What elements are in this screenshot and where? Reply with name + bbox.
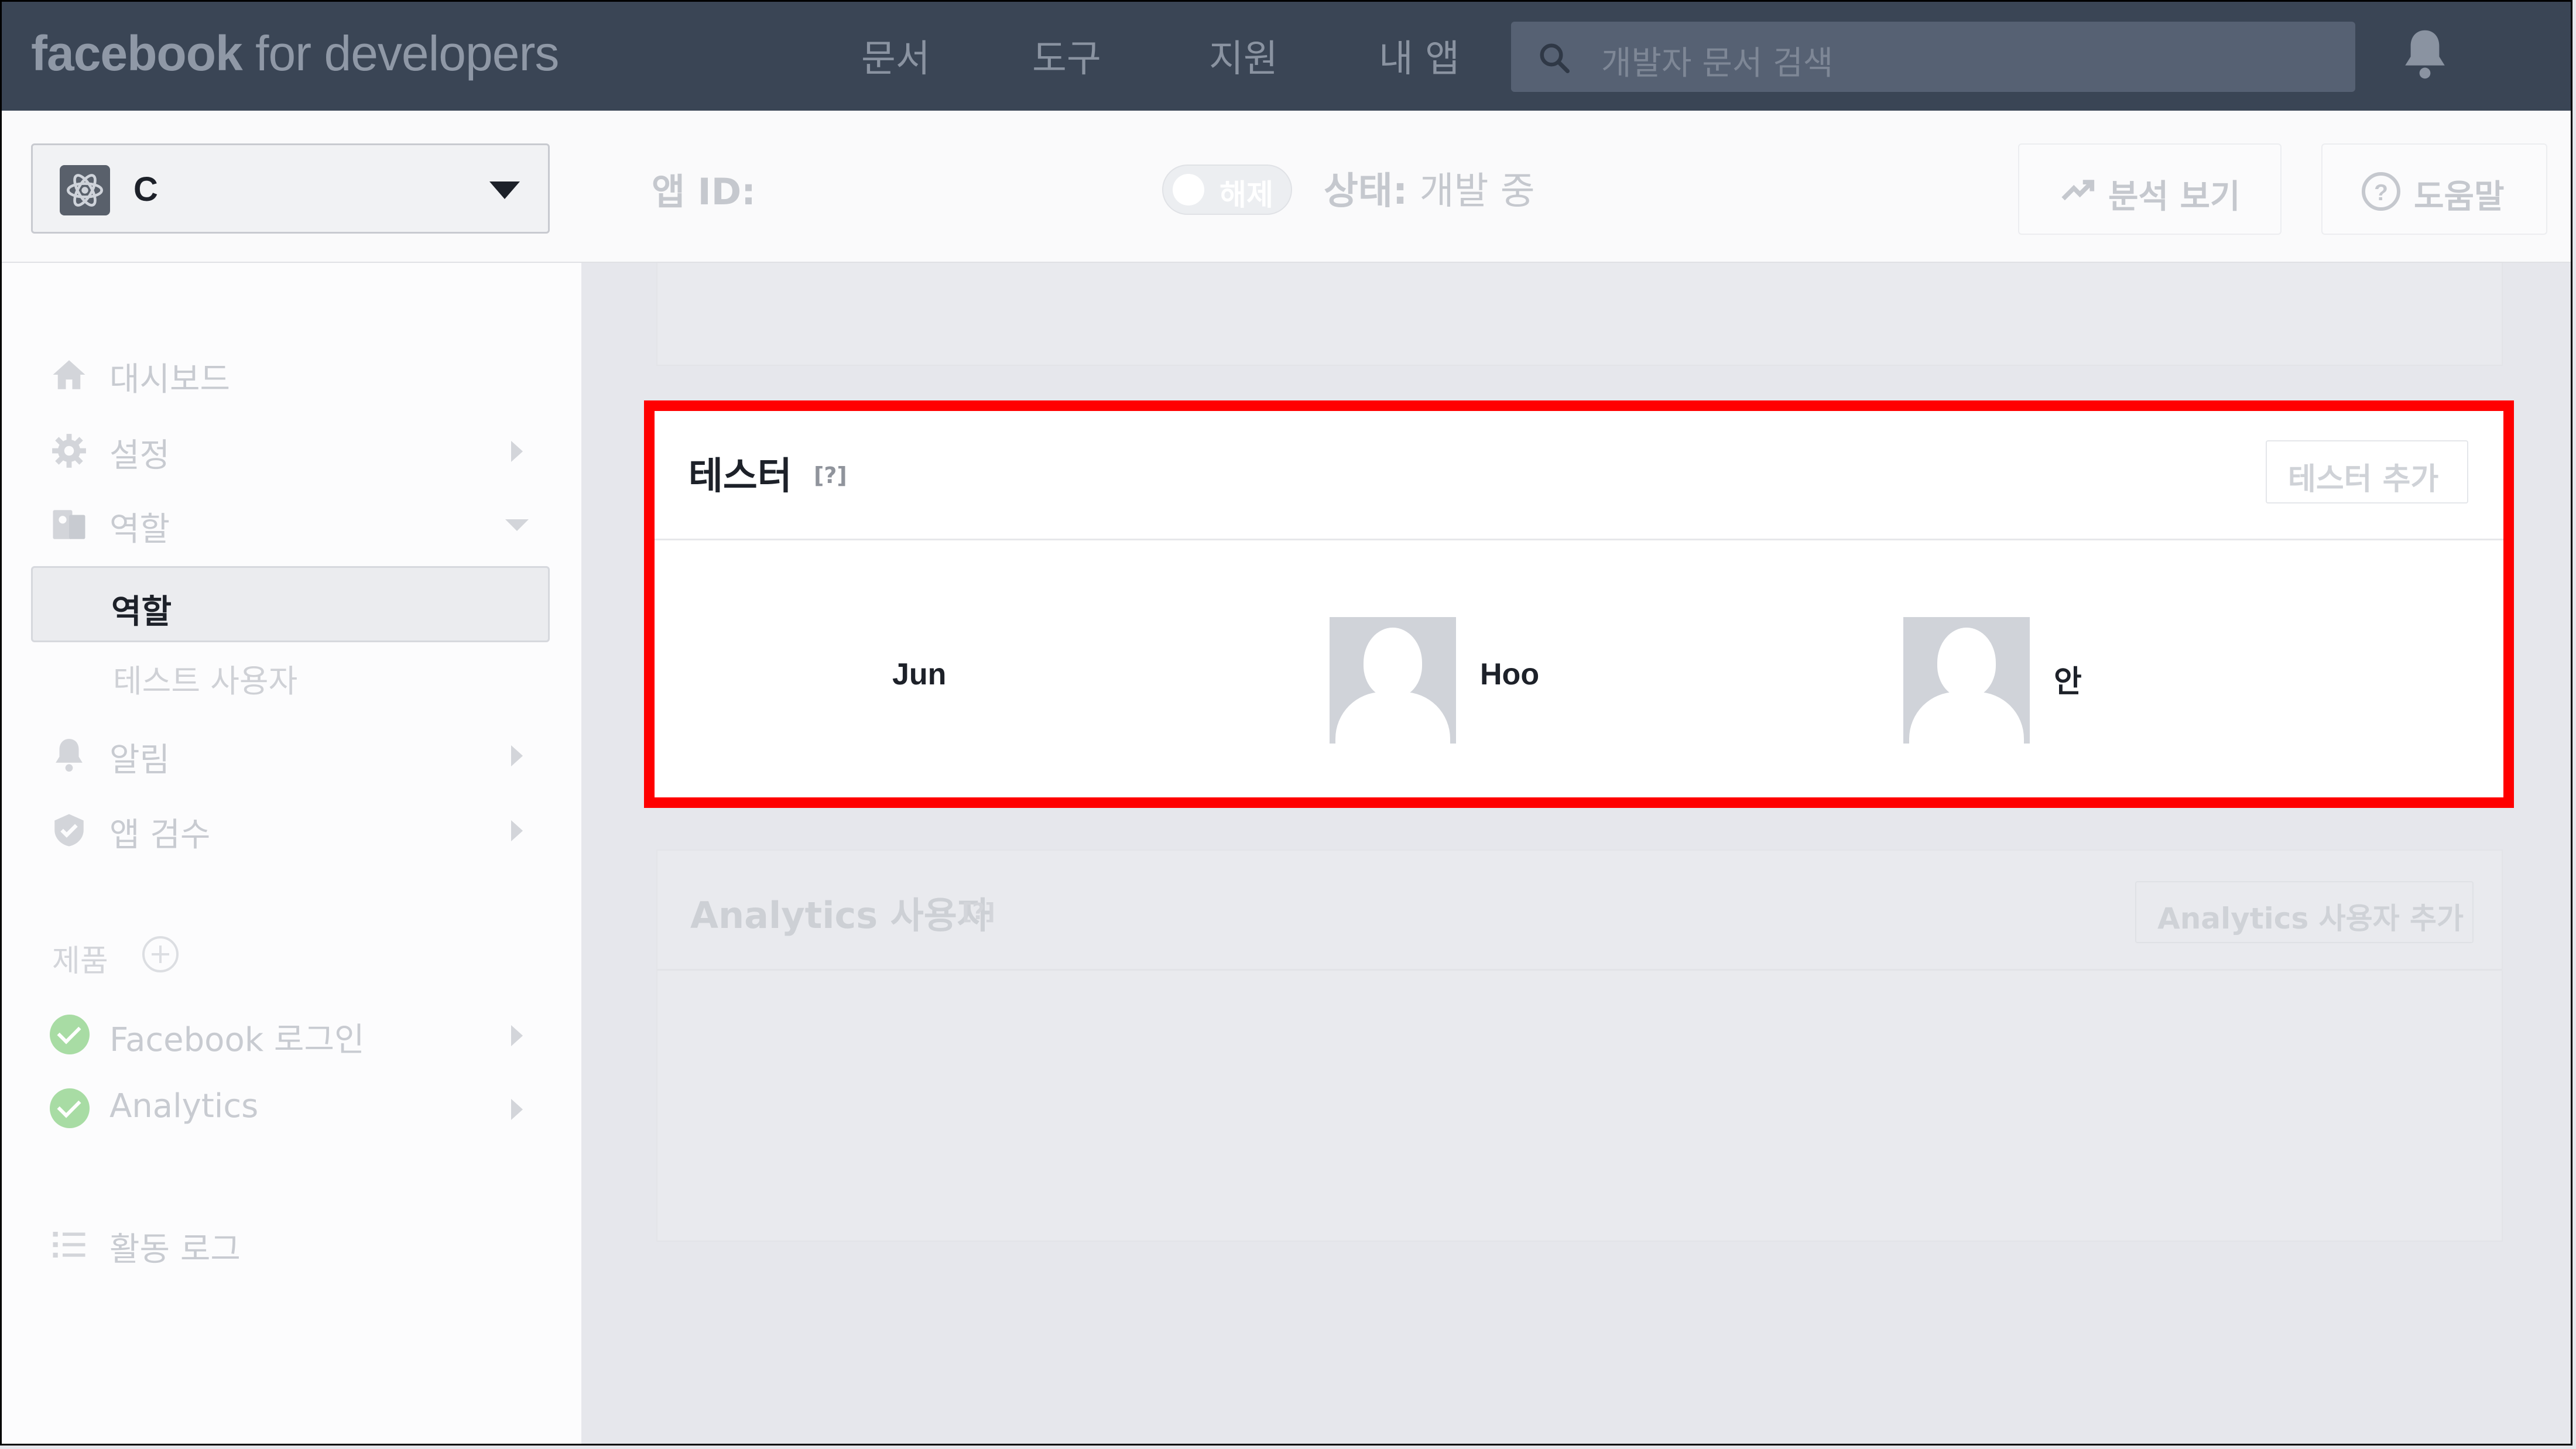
sidebar-subitem-roles-active[interactable]: 역할: [31, 566, 550, 642]
sidebar-item-label: 설정: [109, 437, 170, 475]
sidebar-subitem-label: 역할: [111, 593, 172, 631]
notifications-bell-icon[interactable]: [2399, 25, 2451, 84]
sidebar: 대시보드 설정 역할 역할 테스트 사용자 알림 앱 검수 제품 Faceboo…: [2, 263, 581, 1444]
status-value: 개발 중: [1407, 170, 1535, 213]
chevron-right-icon: [511, 441, 523, 462]
help-circle-icon: ?: [2362, 172, 2400, 211]
view-analytics-label: 분석 보기: [2108, 178, 2241, 216]
search-box[interactable]: 개발자 문서 검색: [1511, 22, 2355, 92]
add-analytics-user-label: Analytics 사용자 추가: [2157, 902, 2464, 936]
sidebar-item-alerts[interactable]: 알림: [2, 725, 581, 784]
section-divider: [657, 969, 2502, 971]
avatar-head: [1364, 628, 1422, 698]
app-header: C 앱 ID: 해제 상태: 개발 중 분석 보기 ? 도움말: [2, 111, 2571, 263]
nav-support[interactable]: 지원: [1209, 29, 1278, 83]
sidebar-item-label: 앱 검수: [109, 816, 211, 854]
home-icon: [53, 360, 85, 389]
app-id-label: 앱 ID:: [652, 170, 756, 213]
sidebar-item-label: 대시보드: [109, 361, 231, 399]
chevron-right-icon: [511, 1025, 523, 1046]
avatar[interactable]: [1903, 617, 2030, 744]
avatar-body: [1909, 692, 2024, 744]
chevron-down-icon: [505, 519, 529, 531]
section-title: 테스터: [688, 455, 792, 498]
section-title: Analytics 사용자: [690, 894, 991, 937]
chevron-right-icon: [511, 745, 523, 766]
avatar[interactable]: [1330, 617, 1456, 744]
sidebar-item-app-review[interactable]: 앱 검수: [2, 800, 581, 859]
add-product-plus-icon[interactable]: [142, 936, 179, 972]
gear-icon: [52, 434, 86, 468]
sidebar-item-analytics[interactable]: Analytics: [2, 1079, 581, 1138]
tester-name-an[interactable]: 안: [2054, 657, 2082, 701]
check-circle-icon: [50, 1088, 90, 1128]
toggle-knob: [1173, 174, 1204, 205]
live-mode-toggle[interactable]: 해제: [1162, 165, 1292, 215]
app-frame: facebook for developers 문서 도구 지원 내 앱 개발자…: [0, 0, 2572, 1445]
check-circle-icon: [50, 1015, 90, 1054]
svg-text:?: ?: [2374, 180, 2388, 205]
top-nav-bar: facebook for developers 문서 도구 지원 내 앱 개발자…: [2, 2, 2571, 111]
roles-icon: [53, 510, 85, 539]
bell-icon: [56, 739, 83, 772]
sidebar-item-dashboard[interactable]: 대시보드: [2, 345, 581, 403]
sidebar-item-settings[interactable]: 설정: [2, 421, 581, 479]
help-label: 도움말: [2414, 178, 2505, 216]
chevron-right-icon: [511, 820, 523, 841]
brand-rest: for developers: [242, 26, 559, 81]
sidebar-item-label: 알림: [109, 741, 170, 779]
brand-logo[interactable]: facebook for developers: [31, 25, 559, 82]
app-atom-icon: [60, 165, 110, 215]
sidebar-item-roles[interactable]: 역할: [2, 495, 581, 553]
tester-name-jun[interactable]: Jun: [892, 657, 946, 692]
chevron-down-icon: [489, 181, 520, 199]
analytics-users-section: Analytics 사용자 [?] Analytics 사용자 추가: [656, 849, 2503, 1242]
brand-bold: facebook: [31, 26, 243, 81]
help-button[interactable]: ? 도움말: [2321, 143, 2547, 235]
search-placeholder: 개발자 문서 검색: [1601, 44, 1834, 83]
avatar-head: [1937, 628, 1996, 698]
list-icon: [53, 1232, 85, 1258]
avatar-body: [1335, 692, 1450, 744]
help-link[interactable]: [?]: [962, 899, 995, 924]
search-icon: [1540, 43, 1570, 73]
add-tester-label: 테스터 추가: [2288, 462, 2439, 497]
app-name: C: [133, 170, 158, 208]
add-analytics-user-button[interactable]: Analytics 사용자 추가: [2135, 881, 2474, 943]
trend-up-icon: [2061, 180, 2095, 201]
previous-section-card: [656, 263, 2503, 366]
nav-my-apps[interactable]: 내 앱: [1379, 29, 1460, 83]
shield-icon: [54, 814, 84, 847]
sidebar-item-label: 활동 로그: [109, 1231, 241, 1269]
sidebar-item-facebook-login[interactable]: Facebook 로그인: [2, 1005, 581, 1064]
sidebar-item-label: Analytics: [109, 1087, 259, 1125]
view-analytics-button[interactable]: 분석 보기: [2018, 143, 2282, 235]
add-tester-button[interactable]: 테스터 추가: [2266, 440, 2468, 503]
help-link[interactable]: [?]: [814, 463, 847, 488]
sidebar-item-activity-log[interactable]: 활동 로그: [2, 1215, 581, 1273]
testers-section: 테스터 [?] 테스터 추가 Jun Hoo 안: [644, 400, 2514, 808]
nav-docs[interactable]: 문서: [861, 29, 930, 83]
chevron-right-icon: [511, 1099, 523, 1120]
sidebar-item-label: 역할: [109, 511, 170, 549]
sidebar-subitem-test-users[interactable]: 테스트 사용자: [113, 655, 297, 701]
sidebar-item-label: Facebook 로그인: [109, 1021, 365, 1059]
toggle-label: 해제: [1220, 178, 1273, 212]
app-status: 상태: 개발 중: [1324, 161, 1535, 215]
products-section-label: 제품: [52, 944, 108, 979]
tester-name-hoo[interactable]: Hoo: [1480, 657, 1539, 692]
app-selector-dropdown[interactable]: C: [31, 143, 550, 234]
status-label: 상태:: [1324, 170, 1408, 213]
section-divider: [655, 539, 2503, 540]
nav-tools[interactable]: 도구: [1032, 29, 1101, 83]
